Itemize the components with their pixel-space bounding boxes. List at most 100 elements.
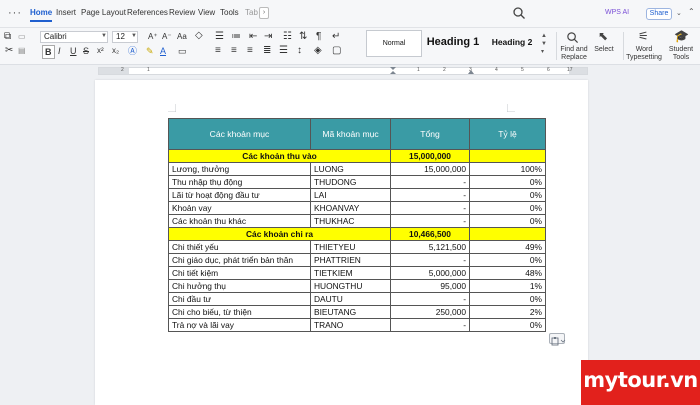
tab-truncated[interactable]: Tab xyxy=(245,8,258,17)
find-replace-icon[interactable] xyxy=(566,31,579,44)
table-cell[interactable]: Chi cho biếu, từ thiện xyxy=(168,305,311,319)
table-cell[interactable]: 1% xyxy=(469,279,546,293)
subscript-icon[interactable]: x₂ xyxy=(112,45,119,57)
table-cell[interactable]: 5,000,000 xyxy=(390,266,470,280)
copy-icon[interactable]: ▤ xyxy=(18,45,26,57)
character-border-icon[interactable]: ▭ xyxy=(178,45,187,57)
table-cell[interactable]: Lương, thưởng xyxy=(168,162,311,176)
table-cell[interactable]: 48% xyxy=(469,266,546,280)
word-typesetting-icon[interactable]: ⚟ xyxy=(638,29,649,43)
table-cell[interactable]: 250,000 xyxy=(390,305,470,319)
horizontal-ruler[interactable]: 2 1 1 2 3 4 5 6 17 xyxy=(98,67,588,75)
style-normal[interactable]: Normal xyxy=(366,30,422,57)
tab-insert[interactable]: Insert xyxy=(56,8,76,17)
select-button[interactable]: Select xyxy=(590,46,618,54)
student-tools-button[interactable]: Student Tools xyxy=(666,46,696,62)
increase-indent-icon[interactable]: ⇥ xyxy=(264,31,272,43)
font-color-icon[interactable]: A xyxy=(160,45,166,57)
table-cell[interactable]: TIETKIEM xyxy=(310,266,391,280)
underline-button[interactable]: U xyxy=(70,45,77,57)
table-cell[interactable] xyxy=(469,227,546,241)
bold-button[interactable]: B xyxy=(42,45,55,59)
highlight-icon[interactable]: ✎ xyxy=(146,45,154,57)
font-size-dropdown-icon[interactable]: ▼ xyxy=(131,33,137,39)
decrease-indent-icon[interactable]: ⇤ xyxy=(249,31,257,43)
table-cell[interactable]: Chi thiết yếu xyxy=(168,240,311,254)
numbering-icon[interactable]: ≔ xyxy=(231,31,241,43)
table-cell[interactable]: 95,000 xyxy=(390,279,470,293)
table-cell[interactable]: - xyxy=(390,292,470,306)
distribute-icon[interactable]: ☰ xyxy=(279,45,288,57)
tab-page-layout[interactable]: Page Layout xyxy=(81,8,126,17)
table-cell[interactable]: 0% xyxy=(469,253,546,267)
table-cell[interactable]: Chi hưởng thụ xyxy=(168,279,311,293)
table-cell[interactable]: 15,000,000 xyxy=(390,162,470,176)
table-cell[interactable]: Chi đầu tư xyxy=(168,292,311,306)
table-cell[interactable]: Các khoản thu khác xyxy=(168,214,311,228)
share-button[interactable]: Share xyxy=(646,8,672,20)
table-cell[interactable]: - xyxy=(390,318,470,332)
word-typesetting-button[interactable]: Word Typesetting xyxy=(626,46,662,62)
table-cell[interactable]: 0% xyxy=(469,292,546,306)
format-painter-icon[interactable]: ⧉ xyxy=(4,31,11,43)
table-cell[interactable]: 49% xyxy=(469,240,546,254)
strikethrough-icon[interactable]: S xyxy=(83,45,89,57)
table-cell[interactable]: Khoản vay xyxy=(168,201,311,215)
table-cell[interactable]: 5,121,500 xyxy=(390,240,470,254)
table-cell[interactable]: Chi giáo dục, phát triển bản thân xyxy=(168,253,311,267)
student-tools-icon[interactable]: 🎓 xyxy=(674,29,689,43)
first-line-indent-icon[interactable] xyxy=(390,67,396,74)
find-replace-button[interactable]: Find and Replace xyxy=(558,46,590,62)
align-left-icon[interactable]: ≡ xyxy=(215,45,221,57)
clipboard-icon[interactable]: ▭ xyxy=(18,31,26,43)
collapse-ribbon-icon[interactable]: ⌃ xyxy=(688,7,695,16)
chinese-layout-icon[interactable]: ☷ xyxy=(283,31,292,43)
table-cell[interactable]: - xyxy=(390,214,470,228)
header-cell[interactable]: Mã khoản mục xyxy=(310,118,391,150)
right-indent-icon[interactable] xyxy=(468,67,474,74)
justify-icon[interactable]: ≣ xyxy=(263,45,271,57)
style-heading-2[interactable]: Heading 2 xyxy=(486,30,538,57)
show-marks-icon[interactable]: ↵ xyxy=(332,31,340,43)
change-case-icon[interactable]: Aa xyxy=(177,31,187,43)
paste-options-icon[interactable] xyxy=(549,333,566,346)
shading-icon[interactable]: ◈ xyxy=(314,45,322,57)
clear-format-icon[interactable]: ◇ xyxy=(195,30,203,42)
tab-references[interactable]: References xyxy=(127,8,168,17)
table-cell[interactable] xyxy=(469,149,546,163)
table-cell[interactable]: LAI xyxy=(310,188,391,202)
header-cell[interactable]: Tổng xyxy=(390,118,470,150)
section-total[interactable]: 10,466,500 xyxy=(390,227,470,241)
select-arrow-icon[interactable]: ⬉ xyxy=(598,29,608,43)
table-cell[interactable]: Trả nợ và lãi vay xyxy=(168,318,311,332)
tab-home[interactable]: Home xyxy=(30,8,52,17)
style-heading-1[interactable]: Heading 1 xyxy=(424,30,482,57)
chevron-right-icon[interactable]: › xyxy=(259,7,269,19)
table-cell[interactable]: Chi tiết kiệm xyxy=(168,266,311,280)
table-cell[interactable]: TRANO xyxy=(310,318,391,332)
table-cell[interactable]: 100% xyxy=(469,162,546,176)
superscript-icon[interactable]: x² xyxy=(97,45,104,57)
table-cell[interactable]: THUDONG xyxy=(310,175,391,189)
table-cell[interactable]: Lãi từ hoạt động đầu tư xyxy=(168,188,311,202)
header-cell[interactable]: Tỷ lệ xyxy=(469,118,546,150)
table-cell[interactable]: - xyxy=(390,175,470,189)
paste-icon[interactable]: ✂ xyxy=(5,45,13,57)
more-menu-icon[interactable]: ··· xyxy=(8,7,22,19)
section-title[interactable]: Các khoản chi ra xyxy=(168,227,391,241)
table-cell[interactable]: PHATTRIEN xyxy=(310,253,391,267)
align-right-icon[interactable]: ≡ xyxy=(247,45,253,57)
table-cell[interactable]: THUKHAC xyxy=(310,214,391,228)
table-cell[interactable]: BIEUTANG xyxy=(310,305,391,319)
tab-review[interactable]: Review xyxy=(169,8,195,17)
table-cell[interactable]: 2% xyxy=(469,305,546,319)
sort-icon[interactable]: ⇅ xyxy=(299,31,307,43)
header-cell[interactable]: Các khoản mục xyxy=(168,118,311,150)
table-cell[interactable]: KHOANVAY xyxy=(310,201,391,215)
table-cell[interactable]: Thu nhập thụ động xyxy=(168,175,311,189)
font-name-select[interactable]: Calibri xyxy=(40,31,108,43)
table-cell[interactable]: 0% xyxy=(469,214,546,228)
line-spacing-icon[interactable]: ↕ xyxy=(297,45,302,57)
table-cell[interactable]: - xyxy=(390,253,470,267)
tab-view[interactable]: View xyxy=(198,8,215,17)
